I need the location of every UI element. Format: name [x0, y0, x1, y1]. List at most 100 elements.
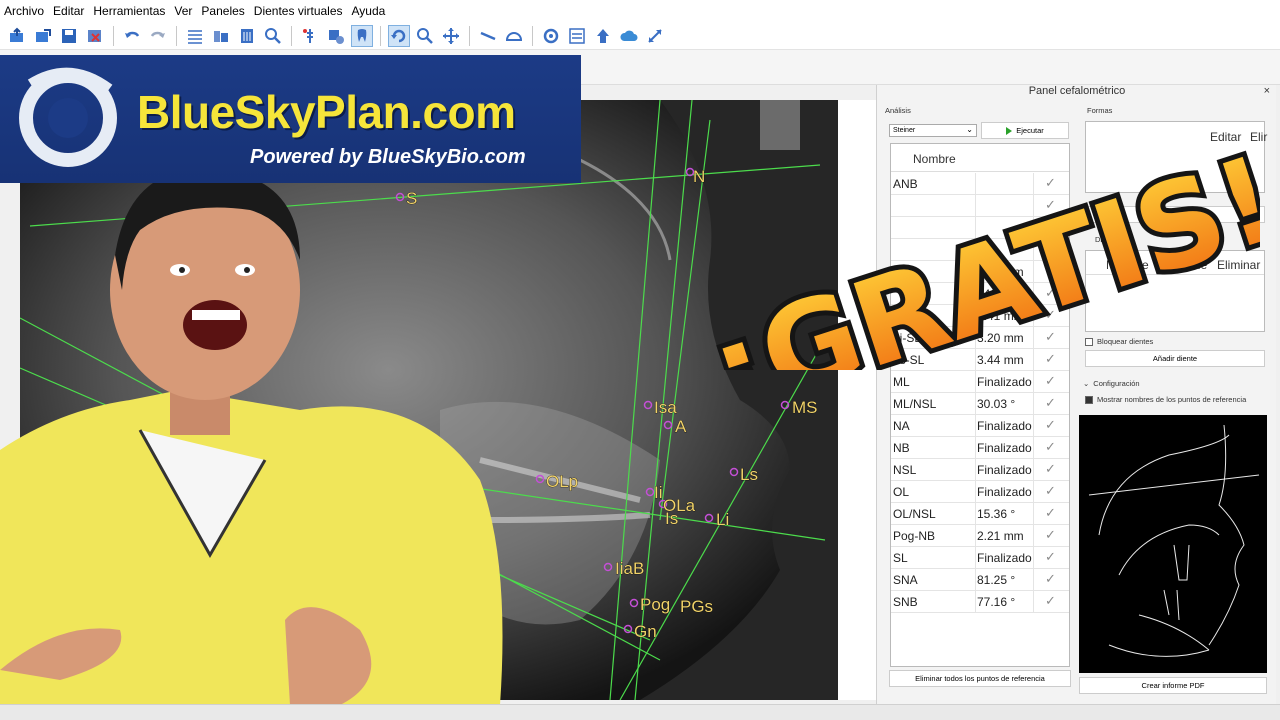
- check-icon[interactable]: ✓: [1045, 219, 1056, 235]
- check-icon[interactable]: ✓: [1045, 329, 1056, 345]
- measurement-row[interactable]: Ls-SL 3.44 mm ✓: [891, 349, 1069, 371]
- measurement-row[interactable]: ANB ✓: [891, 173, 1069, 195]
- check-icon[interactable]: ✓: [1045, 373, 1056, 389]
- tooth-icon[interactable]: [351, 24, 373, 47]
- landmark-is: Is: [665, 509, 678, 528]
- menu-herramientas[interactable]: Herramientas: [93, 4, 165, 18]
- column-divider: [975, 217, 976, 239]
- undo-icon[interactable]: [121, 25, 143, 47]
- execute-button[interactable]: Ejecutar: [981, 122, 1069, 139]
- column-divider: [975, 481, 976, 503]
- menu-archivo[interactable]: Archivo: [4, 4, 44, 18]
- column-divider: [1033, 459, 1034, 481]
- rotate-icon[interactable]: [388, 24, 410, 47]
- lock-teeth-label: Bloquear dientes: [1097, 337, 1154, 346]
- panels-icon[interactable]: [236, 25, 258, 47]
- lock-teeth-checkbox[interactable]: [1085, 337, 1093, 346]
- menu-ayuda[interactable]: Ayuda: [352, 4, 386, 18]
- measure-icon[interactable]: [477, 25, 499, 47]
- check-icon[interactable]: ✓: [1045, 483, 1056, 499]
- check-icon[interactable]: ✓: [1045, 593, 1056, 609]
- show-names-row[interactable]: Mostrar nombres de los puntos de referen…: [1085, 395, 1246, 404]
- measurement-value: 77.16 °: [977, 595, 1016, 609]
- menu-paneles[interactable]: Paneles: [201, 4, 244, 18]
- check-icon[interactable]: ✓: [1045, 549, 1056, 565]
- measurement-row[interactable]: NSL Finalizado ✓: [891, 459, 1069, 481]
- toolbar: [0, 22, 1280, 50]
- measurement-row[interactable]: ✓: [891, 195, 1069, 217]
- check-icon[interactable]: ✓: [1045, 175, 1056, 191]
- menu-ver[interactable]: Ver: [174, 4, 192, 18]
- measurement-row[interactable]: NA Finalizado ✓: [891, 415, 1069, 437]
- check-icon[interactable]: ✓: [1045, 527, 1056, 543]
- column-divider: [1033, 217, 1034, 239]
- check-icon[interactable]: ✓: [1045, 197, 1056, 213]
- configuration-section[interactable]: ⌄ Configuración: [1083, 379, 1140, 388]
- measurement-row[interactable]: Pog-NB 2.21 mm ✓: [891, 525, 1069, 547]
- measurement-row[interactable]: SNA 81.25 ° ✓: [891, 569, 1069, 591]
- measurement-row[interactable]: ML Finalizado ✓: [891, 371, 1069, 393]
- status-bar: [0, 704, 1280, 720]
- compare-icon[interactable]: [566, 25, 588, 47]
- check-icon[interactable]: ✓: [1045, 285, 1056, 301]
- check-icon[interactable]: ✓: [1045, 505, 1056, 521]
- check-icon[interactable]: ✓: [1045, 351, 1056, 367]
- measurement-row[interactable]: NB Finalizado ✓: [891, 437, 1069, 459]
- check-icon[interactable]: ✓: [1045, 263, 1056, 279]
- delete-all-landmarks-button[interactable]: Eliminar todos los puntos de referencia: [889, 670, 1071, 687]
- redo-icon[interactable]: [147, 25, 169, 47]
- measurement-row[interactable]: 0.05 mm ✓: [891, 261, 1069, 283]
- cephalometric-viewer[interactable]: S N Isa A MS Ls OLp Ii OLa Is Li IiaB Po…: [20, 100, 838, 700]
- measurement-name: OL/NSL: [893, 507, 936, 521]
- lock-teeth-row[interactable]: Bloquear dientes: [1085, 337, 1153, 346]
- teeth-name-header[interactable]: Nombre: [1106, 258, 1149, 272]
- pan-icon[interactable]: [440, 25, 462, 47]
- analysis-select[interactable]: Steiner: [889, 124, 977, 137]
- name-column-header[interactable]: Nombre: [913, 152, 956, 166]
- check-icon[interactable]: ✓: [1045, 307, 1056, 323]
- grid-icon[interactable]: [184, 25, 206, 47]
- implant-icon[interactable]: [299, 25, 321, 47]
- measurement-row[interactable]: ✓: [891, 217, 1069, 239]
- measurement-row[interactable]: OL/NSL 15.36 ° ✓: [891, 503, 1069, 525]
- close-file-icon[interactable]: [84, 25, 106, 47]
- toolbar-separator: [469, 25, 470, 46]
- export-icon[interactable]: [32, 25, 54, 47]
- upload-icon[interactable]: [592, 25, 614, 47]
- fullscreen-icon[interactable]: [644, 25, 666, 47]
- reset-view-icon[interactable]: [540, 25, 562, 47]
- settings-icon[interactable]: [325, 25, 347, 47]
- measurement-row[interactable]: ML/NSL 30.03 ° ✓: [891, 393, 1069, 415]
- check-icon[interactable]: ✓: [1045, 461, 1056, 477]
- add-form-button[interactable]: Añadir forma: [1085, 206, 1265, 223]
- check-icon[interactable]: ✓: [1045, 241, 1056, 257]
- cloud-icon[interactable]: [618, 25, 640, 47]
- measurement-row[interactable]: SL Finalizado ✓: [891, 547, 1069, 569]
- measurement-row[interactable]: 140.71 ° ✓: [891, 283, 1069, 305]
- angle-icon[interactable]: [503, 25, 525, 47]
- measurement-row[interactable]: SNB 77.16 ° ✓: [891, 591, 1069, 613]
- check-icon[interactable]: ✓: [1045, 571, 1056, 587]
- measurement-row[interactable]: Is-NA 0.41 mm ✓: [891, 305, 1069, 327]
- library-icon[interactable]: [210, 25, 232, 47]
- show-names-checkbox[interactable]: [1085, 395, 1093, 404]
- measurement-row[interactable]: ✓: [891, 239, 1069, 261]
- save-icon[interactable]: [58, 25, 80, 47]
- measurement-row[interactable]: Li-SL 3.20 mm ✓: [891, 327, 1069, 349]
- add-tooth-button[interactable]: Añadir diente: [1085, 350, 1265, 367]
- create-pdf-report-button[interactable]: Crear informe PDF: [1079, 677, 1267, 694]
- check-icon[interactable]: ✓: [1045, 395, 1056, 411]
- menu-dientes-virtuales[interactable]: Dientes virtuales: [254, 4, 343, 18]
- teeth-visible-header[interactable]: Visible: [1172, 258, 1207, 272]
- landmark-layer[interactable]: S N Isa A MS Ls OLp Ii OLa Is Li IiaB Po…: [20, 100, 838, 700]
- check-icon[interactable]: ✓: [1045, 439, 1056, 455]
- check-icon[interactable]: ✓: [1045, 417, 1056, 433]
- measurement-value: 3.20 mm: [977, 331, 1024, 345]
- close-icon[interactable]: ×: [1264, 85, 1270, 97]
- measurement-row[interactable]: OL Finalizado ✓: [891, 481, 1069, 503]
- open-icon[interactable]: [6, 25, 28, 47]
- menu-editar[interactable]: Editar: [53, 4, 84, 18]
- zoom-search-icon[interactable]: [262, 25, 284, 47]
- teeth-delete-header[interactable]: Eliminar: [1217, 258, 1260, 272]
- zoom-icon[interactable]: [414, 25, 436, 47]
